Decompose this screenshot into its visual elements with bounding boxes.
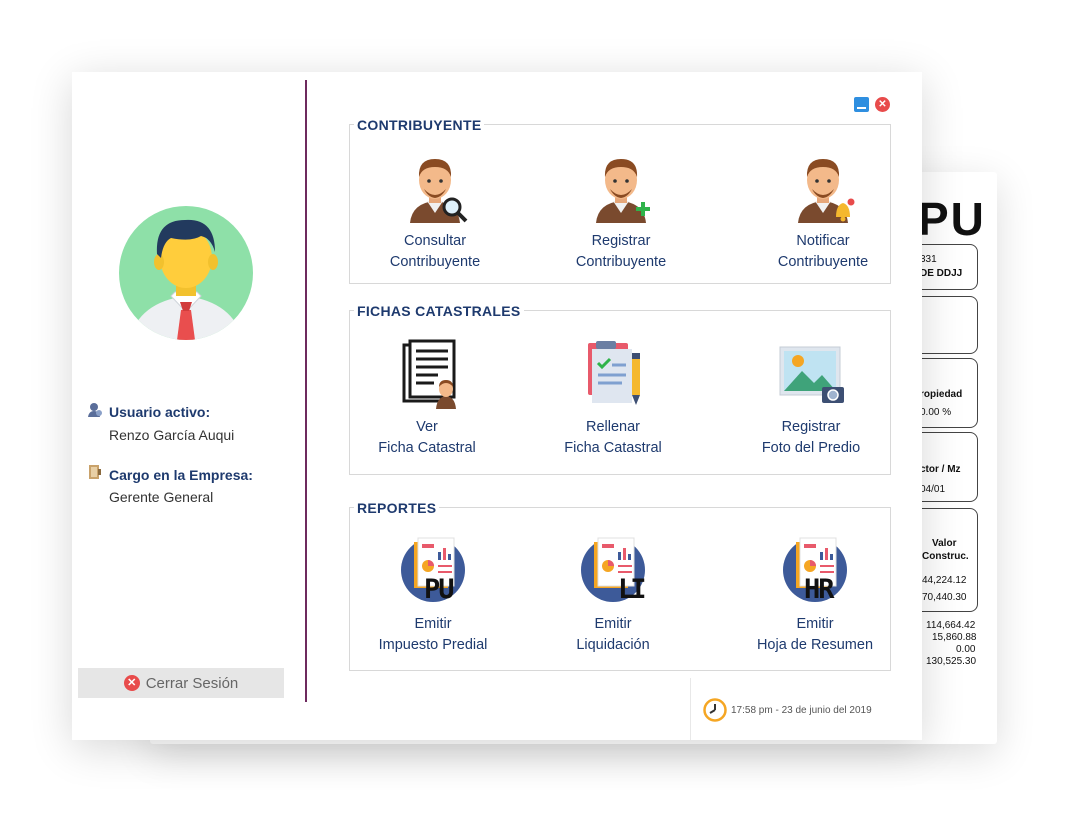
bg-doc-text: 04/01: [920, 484, 946, 495]
tile-line1: Emitir: [594, 616, 632, 632]
bg-doc-text: 0.00 %: [920, 407, 952, 418]
section-contribuyente: CONTRIBUYENTE Consultar Contribuyente Re…: [349, 117, 891, 284]
section-reportes: REPORTES PU Emitir Impuesto Predial LI E…: [349, 500, 891, 671]
minimize-button[interactable]: [854, 97, 869, 112]
tile-line1: Ver: [416, 419, 438, 435]
tile-line2: Contribuyente: [777, 254, 869, 270]
sidebar: Usuario activo: Renzo García Auqui Cargo…: [72, 72, 306, 740]
view-cadastral-sheet-button[interactable]: Ver Ficha Catastral: [352, 339, 502, 459]
tile-line2: Ficha Catastral: [378, 440, 476, 456]
active-user-label: Usuario activo:: [109, 404, 211, 420]
sidebar-divider: [305, 80, 307, 702]
register-taxpayer-button[interactable]: Registrar Contribuyente: [546, 153, 696, 273]
tile-line2: Contribuyente: [575, 254, 667, 270]
active-user-name: Renzo García Auqui: [109, 427, 235, 443]
bg-doc-text: DE DDJJ: [920, 268, 963, 279]
bg-doc-text: ropiedad: [920, 389, 963, 400]
bg-doc-text: ctor / Mz: [920, 464, 961, 475]
section-fichas-catastrales: FICHAS CATASTRALES Ver Ficha Catastral R…: [349, 303, 891, 475]
tile-line1: Consultar: [403, 233, 467, 249]
tile-line1: Registrar: [591, 233, 651, 249]
company-role-value: Gerente General: [109, 489, 214, 505]
bg-doc-text: 331: [920, 254, 937, 265]
briefcase-icon: [89, 465, 101, 479]
section-title: FICHAS CATASTRALES: [354, 303, 524, 319]
main-window: Usuario activo: Renzo García Auqui Cargo…: [72, 72, 922, 740]
company-role-label: Cargo en la Empresa:: [109, 467, 253, 483]
bg-doc-heading: PU: [918, 193, 986, 245]
tile-line2: Foto del Predio: [761, 440, 861, 456]
bg-doc-text: 0.00: [956, 644, 976, 655]
report-badge: HR: [804, 574, 834, 605]
tile-line1: Emitir: [414, 616, 452, 632]
bg-doc-text: 70,440.30: [922, 592, 967, 603]
register-property-photo-button[interactable]: Registrar Foto del Predio: [736, 339, 886, 459]
tile-line1: Emitir: [796, 616, 834, 632]
tile-line2: Hoja de Resumen: [756, 637, 874, 653]
tile-line2: Contribuyente: [389, 254, 481, 270]
report-icon: LI: [578, 536, 648, 606]
bg-doc-text: 114,664.42: [926, 620, 976, 631]
tile-line1: Notificar: [796, 233, 850, 249]
logout-button[interactable]: ✕ Cerrar Sesión: [78, 668, 284, 698]
bg-doc-text: 15,860.88: [932, 632, 977, 643]
close-circle-icon: ✕: [123, 675, 140, 691]
clock-icon: [703, 698, 727, 722]
emit-property-tax-button[interactable]: PU Emitir Impuesto Predial: [358, 536, 508, 656]
clipboard-pen-icon: [578, 339, 648, 409]
bg-doc-text: 130,525.30: [926, 656, 977, 667]
person-bell-icon: [788, 153, 858, 223]
avatar-icon: [129, 219, 243, 340]
emit-summary-sheet-button[interactable]: HR Emitir Hoja de Resumen: [740, 536, 890, 656]
bg-doc-text: 44,224.12: [922, 575, 967, 586]
logout-label: Cerrar Sesión: [145, 674, 239, 692]
close-button[interactable]: ✕: [875, 97, 890, 112]
tile-line2: Impuesto Predial: [378, 637, 488, 653]
report-badge: LI: [618, 574, 646, 605]
photo-camera-icon: [776, 339, 846, 409]
user-icon: [88, 403, 102, 417]
report-badge: PU: [424, 574, 454, 605]
tile-line1: Registrar: [781, 419, 841, 435]
status-footer: 17:58 pm - 23 de junio del 2019: [690, 678, 923, 740]
person-search-icon: [400, 153, 470, 223]
bg-doc-text: Valor: [932, 538, 957, 549]
tile-line2: Liquidación: [576, 637, 650, 653]
consult-taxpayer-button[interactable]: Consultar Contribuyente: [360, 153, 510, 273]
section-title: REPORTES: [354, 500, 440, 516]
user-avatar: [119, 206, 253, 340]
report-icon: HR: [780, 536, 850, 606]
person-add-icon: [586, 153, 656, 223]
tile-line2: Ficha Catastral: [564, 440, 662, 456]
notify-taxpayer-button[interactable]: Notificar Contribuyente: [748, 153, 898, 273]
current-datetime: 17:58 pm - 23 de junio del 2019: [731, 705, 872, 716]
report-icon: PU: [398, 536, 468, 606]
section-title: CONTRIBUYENTE: [354, 117, 485, 133]
fill-cadastral-sheet-button[interactable]: Rellenar Ficha Catastral: [538, 339, 688, 459]
emit-liquidation-button[interactable]: LI Emitir Liquidación: [538, 536, 688, 656]
tile-line1: Rellenar: [586, 419, 640, 435]
bg-doc-text: Construc.: [922, 551, 969, 562]
document-person-icon: [392, 339, 462, 409]
